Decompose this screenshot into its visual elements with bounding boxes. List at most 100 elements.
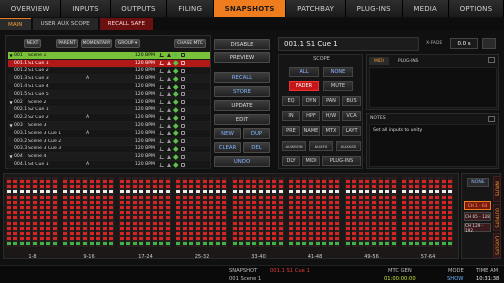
channel-fader-strip[interactable] (278, 177, 284, 247)
channel-fader-strip[interactable] (245, 177, 251, 247)
channel-fader-strip[interactable] (314, 177, 321, 247)
snapshot-row[interactable]: 001.2 S1 Cue 2 120 BPM (8, 68, 210, 76)
xfade-settings-button[interactable] (482, 38, 496, 49)
scope-name-button[interactable]: NAME (302, 126, 320, 136)
snapshot-row[interactable]: 003.2 Scene 3 Cue 2 120 BPM (8, 137, 210, 146)
channel-fader-strip[interactable] (25, 177, 32, 247)
channel-fader-strip[interactable] (301, 177, 308, 247)
channel-fader-strip[interactable] (125, 177, 131, 247)
scope-mute-button[interactable]: MUTE (323, 81, 353, 91)
tab-patchbay[interactable]: PATCHBAY (286, 0, 346, 17)
scope-auxass-button[interactable]: AUXASS (336, 141, 361, 151)
channel-fader-strip[interactable] (152, 177, 158, 247)
channel-fader-strip[interactable] (6, 177, 12, 247)
channel-fader-strip[interactable] (95, 177, 101, 247)
recall-button[interactable]: RECALL (214, 72, 270, 83)
side-tab-layouts[interactable]: LAYOUTS (493, 233, 501, 258)
channel-fader-strip[interactable] (414, 177, 421, 247)
scope-mtx-button[interactable]: MTX (322, 126, 340, 136)
channel-fader-strip[interactable] (82, 177, 88, 247)
channel-fader-strip[interactable] (441, 177, 447, 247)
channel-range-65-128[interactable]: CH 65 - 128 (464, 212, 491, 221)
channel-fader-strip[interactable] (195, 177, 201, 247)
update-button[interactable]: UPDATE (214, 100, 270, 111)
scope-layt-button[interactable]: LAYT (342, 126, 361, 136)
snapshot-row[interactable]: ▼ 001 Scene 1 120 BPM (8, 52, 210, 60)
tab-options[interactable]: OPTIONS (448, 0, 504, 17)
channel-fader-strip[interactable] (345, 177, 351, 247)
channel-fader-strip[interactable] (258, 177, 264, 247)
snapshot-row[interactable]: ▼ 003 Scene 3 120 BPM (8, 122, 210, 130)
channel-fader-strip[interactable] (69, 177, 75, 247)
scope-plugins-button[interactable]: PLUG-INS (322, 156, 361, 166)
store-button[interactable]: STORE (214, 86, 270, 97)
channel-fader-strip[interactable] (351, 177, 357, 247)
channel-fader-strip[interactable] (138, 177, 145, 247)
next-button[interactable]: NEXT (24, 39, 41, 48)
expand-notes-icon[interactable] (488, 116, 495, 122)
new-button[interactable]: NEW (214, 128, 241, 139)
channel-fader-strip[interactable] (39, 177, 45, 247)
channel-fader-strip[interactable] (321, 177, 327, 247)
channel-none-button[interactable]: NONE (467, 178, 489, 187)
channel-range-129-192[interactable]: CH 129 - 192 (464, 223, 491, 233)
side-tab-inputs[interactable]: INPUTS (493, 176, 501, 202)
channel-fader-strip[interactable] (271, 177, 277, 247)
group-dropdown[interactable]: GROUP ▾ (115, 39, 140, 48)
scope-auxmon-button[interactable]: AUXMON (282, 141, 306, 151)
tab-inputs[interactable]: INPUTS (61, 0, 111, 17)
channel-fader-strip[interactable] (232, 177, 238, 247)
snapshot-row[interactable]: 004.1 S4 Cue 1 A 120 BPM (8, 161, 210, 169)
channel-fader-strip[interactable] (12, 177, 18, 247)
tab-plug-ins[interactable]: PLUG-INS (345, 0, 403, 17)
notes-text[interactable]: Set all inputs to unity (369, 124, 497, 167)
tab-midi[interactable]: MIDI (369, 57, 389, 65)
snapshot-row[interactable]: 002.1 S2 Cue 1 120 BPM (8, 106, 210, 115)
channel-fader-strip[interactable] (427, 177, 434, 247)
channel-fader-strip[interactable] (32, 177, 38, 247)
snapshot-row[interactable]: 001.4 S1 Cue 4 120 BPM (8, 83, 210, 91)
momentary-button[interactable]: MOMENTARY (81, 39, 112, 48)
side-tab-outputs[interactable]: OUTPUTS (493, 204, 501, 231)
del-button[interactable]: DEL (243, 142, 270, 153)
tab-snapshots[interactable]: SNAPSHOTS (213, 0, 287, 17)
channel-fader-strip[interactable] (265, 177, 271, 247)
clear-button[interactable]: CLEAR (214, 142, 241, 153)
scope-dly-button[interactable]: DLY (282, 156, 300, 166)
scope-hpf-button[interactable]: HPF (302, 111, 320, 121)
snapshot-row[interactable]: 001.1 S1 Cue 1 120 BPM (8, 59, 210, 68)
expand-icon[interactable] (488, 57, 495, 63)
channel-range-1-64[interactable]: CH 1 - 64 (464, 201, 491, 210)
channel-fader-strip[interactable] (45, 177, 51, 247)
channel-fader-strip[interactable] (62, 177, 68, 247)
channel-fader-strip[interactable] (384, 177, 390, 247)
subtab-recall-safe[interactable]: RECALL SAFE (99, 18, 154, 30)
tab-overview[interactable]: OVERVIEW (0, 0, 62, 17)
channel-fader-strip[interactable] (421, 177, 427, 247)
channel-fader-strip[interactable] (145, 177, 151, 247)
channel-fader-strip[interactable] (182, 177, 188, 247)
scope-all-button[interactable]: ALL (289, 67, 319, 77)
scope-auxfx-button[interactable]: AUXFX (309, 141, 333, 151)
scope-bus-button[interactable]: BUS (342, 96, 361, 106)
scope-eq-button[interactable]: EQ (282, 96, 300, 106)
channel-fader-strip[interactable] (215, 177, 221, 247)
snapshot-row[interactable]: 002.2 S2 Cue 2 A 120 BPM (8, 114, 210, 123)
disable-button[interactable]: DISABLE (214, 39, 270, 50)
tab-filing[interactable]: FILING (167, 0, 214, 17)
channel-fader-strip[interactable] (88, 177, 95, 247)
channel-fader-strip[interactable] (308, 177, 314, 247)
scope-in-button[interactable]: IN (282, 111, 300, 121)
channel-fader-strip[interactable] (434, 177, 440, 247)
channel-fader-strip[interactable] (408, 177, 414, 247)
scope-hw-button[interactable]: H/W (322, 111, 340, 121)
scope-pan-button[interactable]: PAN (322, 96, 340, 106)
channel-fader-strip[interactable] (447, 177, 454, 247)
snapshot-row[interactable]: ▼ 002 Scene 2 120 BPM (8, 99, 210, 107)
snapshot-row[interactable]: 001.5 S1 Cue 5 120 BPM (8, 90, 210, 99)
tab-midi-plugins[interactable]: PLUG-INS (393, 57, 423, 65)
channel-fader-strip[interactable] (165, 177, 171, 247)
subtab-user-aux-scope[interactable]: USER AUX SCOPE (32, 18, 98, 30)
chase-mtc-button[interactable]: CHASE MTC (174, 39, 206, 48)
channel-fader-strip[interactable] (238, 177, 244, 247)
